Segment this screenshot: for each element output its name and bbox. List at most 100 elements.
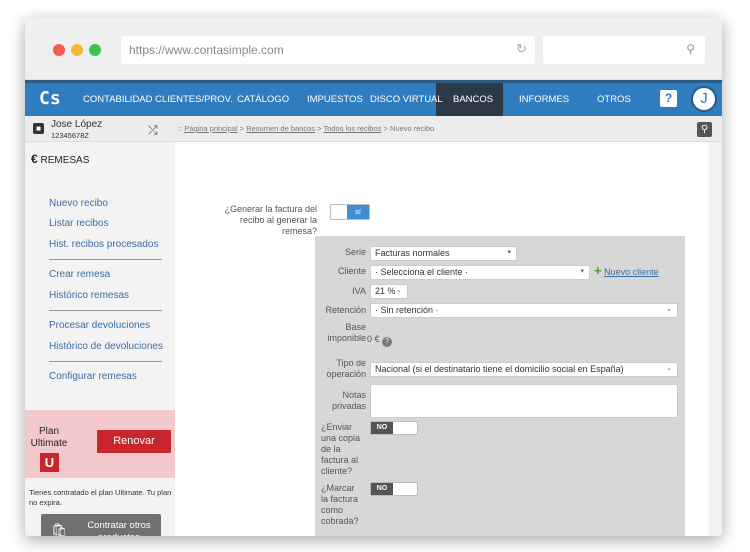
nav-item-contabilidad[interactable]: CONTABILIDAD	[83, 94, 153, 105]
sidebar-item-crear-remesa[interactable]: Crear remesa	[49, 269, 110, 280]
main-content: ¿Generar la factura del recibo al genera…	[175, 142, 709, 536]
sidebar-item-listar-recibos[interactable]: Listar recibos	[49, 218, 108, 229]
address-bar[interactable]: https://www.contasimple.com ↻	[121, 36, 535, 64]
sidebar-divider	[49, 259, 162, 260]
sidebar: € REMESAS Nuevo recibo Listar recibos Hi…	[25, 142, 175, 536]
base-imponible-amount: 0 €	[367, 334, 380, 344]
plan-label: Plan	[38, 426, 59, 437]
breadcrumb-link-bank-summary[interactable]: Resumen de bancos	[246, 124, 315, 133]
nav-item-clientes[interactable]: CLIENTES/PROV.	[155, 94, 233, 105]
help-circle-icon[interactable]: ?	[382, 337, 393, 347]
sidebar-title: € REMESAS	[31, 152, 89, 166]
main-navigation: Cs CONTABILIDAD CLIENTES/PROV. CATÁLOGO …	[25, 80, 722, 116]
marcar-cobrada-label: ¿Marcar la factura como cobrada?	[321, 483, 359, 526]
tipo-operacion-value: Nacional (si el destinatario tiene el do…	[375, 364, 624, 374]
switch-account-icon[interactable]: ⤮	[148, 123, 158, 138]
help-icon[interactable]: ?	[660, 90, 677, 107]
marcar-cobrada-toggle[interactable]: NO	[370, 482, 418, 496]
nav-item-catalogo[interactable]: CATÁLOGO	[237, 94, 289, 105]
breadcrumb-separator: >	[317, 124, 322, 133]
browser-window: https://www.contasimple.com ↻ ⚲ Cs CONTA…	[25, 18, 722, 536]
user-tax-id: 12345678Z	[51, 131, 89, 140]
browser-chrome: https://www.contasimple.com ↻ ⚲	[25, 18, 722, 80]
serie-select[interactable]: Facturas normales ▾	[370, 246, 517, 261]
sidebar-item-nuevo-recibo[interactable]: Nuevo recibo	[49, 198, 108, 209]
cliente-select[interactable]: · Selecciona el cliente · ▾	[370, 265, 590, 280]
right-gutter	[709, 142, 722, 536]
dropdown-arrow-icon: ▾	[580, 268, 584, 275]
avatar[interactable]: J	[691, 86, 717, 112]
plan-note: Tienes contratado el plan Ultimate. Tu p…	[29, 488, 172, 507]
app-logo[interactable]: Cs	[39, 88, 61, 109]
plan-box: Plan Ultimate U Renovar	[25, 410, 175, 478]
toggle-state: NO	[371, 483, 393, 495]
sidebar-item-hist-recibos[interactable]: Hist. recibos procesados	[49, 239, 159, 250]
base-imponible-label: Base imponible	[327, 322, 366, 343]
breadcrumb: :: Página principal > Resumen de bancos …	[178, 124, 434, 133]
iva-select[interactable]: 21 % ⌄	[370, 284, 408, 299]
new-client-label: Nuevo cliente	[604, 267, 659, 277]
invoice-options-panel: Serie Facturas normales ▾ Cliente · Sele…	[315, 236, 685, 536]
user-card-icon: ■	[33, 123, 44, 134]
toggle-state: sí	[347, 205, 369, 219]
sidebar-item-historico-devoluciones[interactable]: Histórico de devoluciones	[49, 341, 163, 352]
contract-products-button[interactable]: 🛍 Contratar otros productos	[41, 514, 161, 536]
generate-invoice-toggle[interactable]: sí	[330, 204, 370, 220]
sidebar-title-label: REMESAS	[40, 155, 90, 166]
enviar-copia-label: ¿Enviar una copia de la factura al clien…	[321, 422, 361, 476]
plan-name: Ultimate	[30, 438, 68, 449]
sidebar-item-historico-remesas[interactable]: Histórico remesas	[49, 290, 129, 301]
breadcrumb-separator: >	[239, 124, 245, 133]
notas-privadas-textarea[interactable]	[370, 384, 678, 418]
shopping-bag-icon: 🛍	[51, 522, 68, 536]
nav-item-disco-virtual[interactable]: DISCO VIRTUAL	[370, 94, 443, 105]
nav-item-informes[interactable]: INFORMES	[519, 94, 569, 105]
plan-badge: U	[40, 453, 59, 472]
reload-icon[interactable]: ↻	[516, 41, 527, 57]
user-name[interactable]: Jose López	[51, 119, 102, 130]
generate-invoice-label: ¿Generar la factura del recibo al genera…	[224, 204, 317, 236]
plus-icon: +	[594, 263, 602, 278]
toggle-state: NO	[371, 422, 393, 434]
browser-search-field[interactable]: ⚲	[543, 36, 705, 64]
address-text: https://www.contasimple.com	[129, 43, 284, 57]
breadcrumb-current: Nuevo recibo	[389, 124, 435, 133]
breadcrumb-prefix: ::	[178, 124, 183, 133]
retencion-select[interactable]: · Sin retención · ⌄	[370, 303, 678, 318]
sidebar-divider	[49, 361, 162, 362]
renew-button[interactable]: Renovar	[97, 430, 171, 453]
sidebar-divider	[49, 310, 162, 311]
enviar-copia-toggle[interactable]: NO	[370, 421, 418, 435]
retencion-value: · Sin retención ·	[375, 305, 439, 315]
cliente-label: Cliente	[337, 266, 366, 276]
maximize-window-button[interactable]	[89, 44, 101, 56]
search-icon[interactable]: ⚲	[697, 122, 712, 137]
euro-icon: €	[31, 152, 38, 166]
cliente-value: · Selecciona el cliente ·	[375, 267, 469, 277]
notas-privadas-label: Notas privadas	[331, 390, 366, 411]
sidebar-item-procesar-devoluciones[interactable]: Procesar devoluciones	[49, 320, 150, 331]
retencion-label: Retención	[325, 305, 366, 315]
tipo-operacion-label: Tipo de operación	[326, 358, 366, 379]
tipo-operacion-select[interactable]: Nacional (si el destinatario tiene el do…	[370, 362, 678, 377]
nav-item-bancos[interactable]: BANCOS	[453, 94, 493, 105]
iva-label: IVA	[352, 286, 366, 296]
new-client-link[interactable]: + Nuevo cliente	[594, 263, 659, 278]
chevron-down-icon: ⌄	[666, 306, 672, 313]
close-window-button[interactable]	[53, 44, 65, 56]
nav-item-otros[interactable]: OTROS	[597, 94, 631, 105]
sidebar-item-configurar-remesas[interactable]: Configurar remesas	[49, 371, 137, 382]
serie-label: Serie	[344, 247, 366, 257]
user-bar: ■ Jose López 12345678Z ⤮ :: Página princ…	[25, 116, 722, 142]
base-imponible-value: 0 € ?	[367, 334, 393, 347]
minimize-window-button[interactable]	[71, 44, 83, 56]
chevron-down-icon: ⌄	[666, 365, 672, 372]
serie-value: Facturas normales	[375, 248, 450, 258]
nav-item-impuestos[interactable]: IMPUESTOS	[307, 94, 363, 105]
iva-value: 21 %	[375, 286, 396, 296]
breadcrumb-link-home[interactable]: Página principal	[184, 124, 237, 133]
breadcrumb-separator: >	[383, 124, 388, 133]
breadcrumb-link-all-receipts[interactable]: Todos los recibos	[323, 124, 381, 133]
magnifier-icon: ⚲	[686, 42, 695, 56]
contract-products-label: Contratar otros productos	[87, 520, 151, 536]
